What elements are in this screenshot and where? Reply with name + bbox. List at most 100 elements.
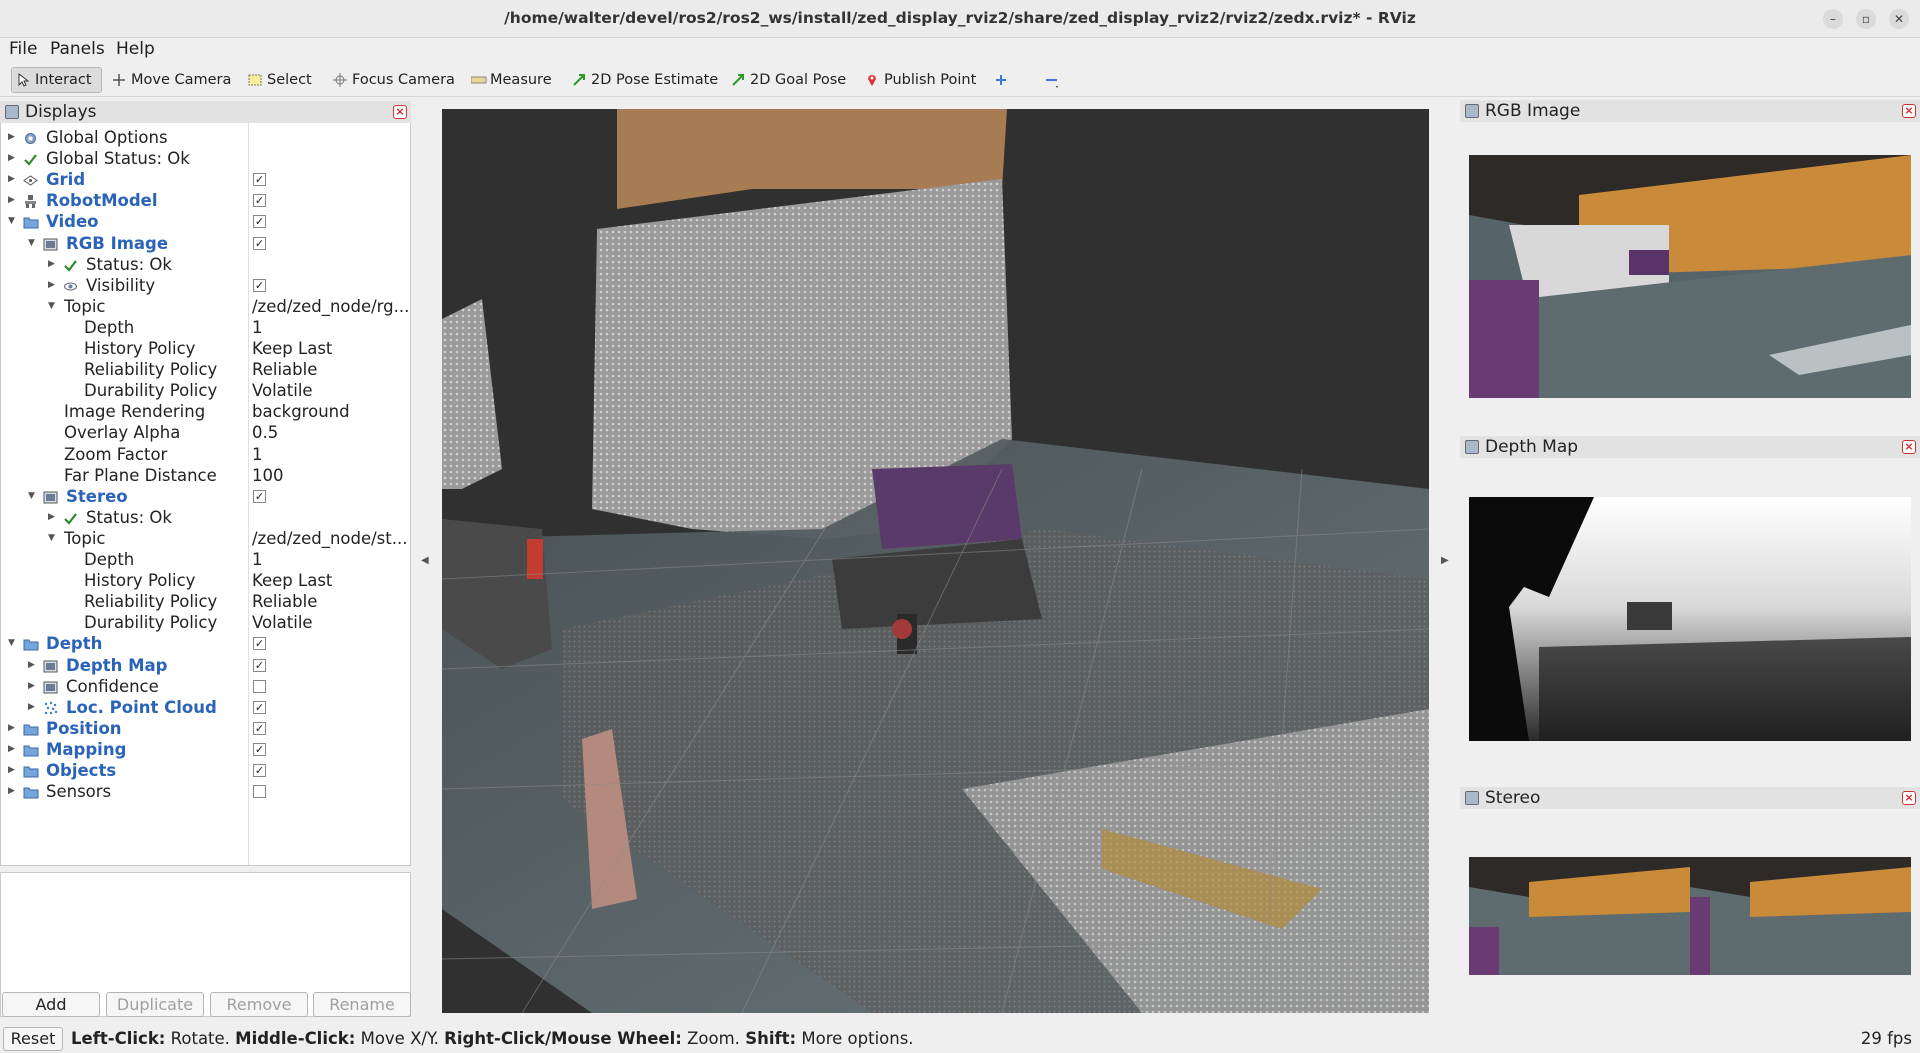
tree-row[interactable]: ▶ Status: Ok: [1, 507, 410, 528]
tree-row[interactable]: ▶ Loc. Point Cloud ✓: [1, 697, 410, 718]
tree-row[interactable]: ▶ Mapping ✓: [1, 739, 410, 760]
tree-row[interactable]: ▼ RGB Image ✓: [1, 233, 410, 254]
tree-row[interactable]: ▶ Position ✓: [1, 718, 410, 739]
expand-down-arrow-icon[interactable]: ▼: [8, 211, 18, 232]
tree-row[interactable]: ▶ Depth Map ✓: [1, 655, 410, 676]
goal-pose-tool-button[interactable]: 2D Goal Pose: [727, 67, 850, 93]
menu-panels[interactable]: Panels: [50, 39, 105, 59]
select-tool-button[interactable]: Select: [244, 67, 316, 93]
expand-right-arrow-icon[interactable]: ▶: [8, 760, 18, 781]
enable-checkbox[interactable]: ✓: [253, 658, 266, 672]
add-tool-button[interactable]: [990, 67, 1012, 93]
tree-row[interactable]: ▼ Video ✓: [1, 211, 410, 232]
tree-row[interactable]: Depth 1: [1, 549, 410, 570]
tree-row-value[interactable]: Volatile: [252, 612, 410, 633]
enable-checkbox[interactable]: [253, 679, 266, 693]
tree-row-value[interactable]: 100: [252, 465, 410, 486]
duplicate-button[interactable]: Duplicate: [106, 992, 204, 1017]
expand-right-arrow-icon[interactable]: ▶: [8, 169, 18, 190]
interact-tool-button[interactable]: Interact: [11, 67, 102, 93]
enable-checkbox[interactable]: ✓: [253, 721, 266, 735]
tree-row[interactable]: ▼ Topic/zed/zed_node/rg...: [1, 296, 410, 317]
enable-checkbox[interactable]: ✓: [253, 489, 266, 503]
minimize-icon[interactable]: –: [1823, 9, 1843, 29]
expand-right-arrow-icon[interactable]: ▶: [48, 254, 58, 275]
add-button[interactable]: Add: [2, 992, 100, 1017]
expand-down-arrow-icon[interactable]: ▼: [48, 528, 58, 549]
expand-right-arrow-icon[interactable]: ▶: [28, 655, 38, 676]
expand-right-arrow-icon[interactable]: ▶: [28, 676, 38, 697]
close-icon[interactable]: ✕: [1889, 9, 1909, 29]
move-camera-tool-button[interactable]: Move Camera: [108, 67, 235, 93]
tree-row[interactable]: ▶ Global Status: Ok: [1, 148, 410, 169]
tree-row-value[interactable]: Volatile: [252, 380, 410, 401]
tree-row[interactable]: Depth 1: [1, 317, 410, 338]
tree-row[interactable]: Reliability Policy Reliable: [1, 359, 410, 380]
enable-checkbox[interactable]: ✓: [253, 194, 266, 208]
tree-row[interactable]: ▼ Depth ✓: [1, 633, 410, 654]
measure-tool-button[interactable]: Measure: [467, 67, 556, 93]
enable-checkbox[interactable]: ✓: [253, 637, 266, 651]
tree-row-value[interactable]: 1: [252, 317, 410, 338]
tree-row-value[interactable]: 0.5: [252, 422, 410, 443]
tree-row-value[interactable]: background: [252, 401, 410, 422]
expand-right-arrow-icon[interactable]: ▶: [48, 507, 58, 528]
tree-row[interactable]: ▶ Confidence: [1, 676, 410, 697]
tree-row-value[interactable]: Keep Last: [252, 570, 410, 591]
tree-row[interactable]: History Policy Keep Last: [1, 570, 410, 591]
tree-row[interactable]: ▼ Topic/zed/zed_node/st...: [1, 528, 410, 549]
remove-tool-button[interactable]: [1040, 67, 1062, 93]
enable-checkbox[interactable]: ✓: [253, 742, 266, 756]
tree-row[interactable]: ▶ Visibility ✓: [1, 275, 410, 296]
rename-button[interactable]: Rename: [313, 992, 411, 1017]
close-icon[interactable]: ×: [1902, 104, 1916, 118]
tree-row-value[interactable]: /zed/zed_node/st...: [252, 528, 410, 549]
expand-right-arrow-icon[interactable]: ▶: [8, 148, 18, 169]
tree-row-value[interactable]: Reliable: [252, 591, 410, 612]
tree-row[interactable]: Reliability Policy Reliable: [1, 591, 410, 612]
expand-down-arrow-icon[interactable]: ▼: [28, 233, 38, 254]
publish-point-tool-button[interactable]: Publish Point: [861, 67, 980, 93]
tree-row-value[interactable]: /zed/zed_node/rg...: [252, 296, 410, 317]
focus-camera-tool-button[interactable]: Focus Camera: [329, 67, 459, 93]
tree-row[interactable]: ▶ RobotModel ✓: [1, 190, 410, 211]
enable-checkbox[interactable]: ✓: [253, 236, 266, 250]
expand-down-arrow-icon[interactable]: ▼: [8, 633, 18, 654]
collapse-right-arrow-icon[interactable]: ▶: [1441, 555, 1449, 566]
tree-row[interactable]: Durability Policy Volatile: [1, 380, 410, 401]
tree-row[interactable]: Image Rendering background: [1, 401, 410, 422]
tree-row-value[interactable]: Keep Last: [252, 338, 410, 359]
3d-viewport[interactable]: [442, 109, 1429, 1013]
tree-row[interactable]: Overlay Alpha 0.5: [1, 422, 410, 443]
tree-row-value[interactable]: Reliable: [252, 359, 410, 380]
expand-right-arrow-icon[interactable]: ▶: [8, 781, 18, 802]
expand-down-arrow-icon[interactable]: ▼: [48, 296, 58, 317]
reset-button[interactable]: Reset: [3, 1027, 63, 1051]
close-icon[interactable]: ×: [1902, 440, 1916, 454]
tree-row[interactable]: Zoom Factor 1: [1, 444, 410, 465]
enable-checkbox[interactable]: [253, 785, 266, 799]
enable-checkbox[interactable]: ✓: [253, 764, 266, 777]
expand-right-arrow-icon[interactable]: ▶: [8, 127, 18, 148]
tree-row[interactable]: ▶ Status: Ok: [1, 254, 410, 275]
tree-row[interactable]: ▶ Objects ✓: [1, 760, 410, 781]
tree-row-value[interactable]: 1: [252, 444, 410, 465]
tree-row[interactable]: Far Plane Distance 100: [1, 465, 410, 486]
tree-row[interactable]: History Policy Keep Last: [1, 338, 410, 359]
expand-right-arrow-icon[interactable]: ▶: [48, 275, 58, 296]
enable-checkbox[interactable]: ✓: [253, 278, 266, 292]
expand-right-arrow-icon[interactable]: ▶: [8, 739, 18, 760]
menu-file[interactable]: File: [9, 39, 37, 59]
enable-checkbox[interactable]: ✓: [253, 700, 266, 714]
maximize-icon[interactable]: ▫: [1856, 9, 1876, 29]
tree-row[interactable]: ▶ Grid ✓: [1, 169, 410, 190]
pose-estimate-tool-button[interactable]: 2D Pose Estimate: [568, 67, 722, 93]
enable-checkbox[interactable]: ✓: [253, 215, 266, 229]
close-icon[interactable]: ×: [1902, 791, 1916, 805]
close-icon[interactable]: ×: [393, 105, 407, 119]
expand-right-arrow-icon[interactable]: ▶: [8, 718, 18, 739]
expand-right-arrow-icon[interactable]: ▶: [8, 190, 18, 211]
tree-row[interactable]: ▼ Stereo ✓: [1, 486, 410, 507]
expand-right-arrow-icon[interactable]: ▶: [28, 697, 38, 718]
menu-help[interactable]: Help: [116, 39, 155, 59]
